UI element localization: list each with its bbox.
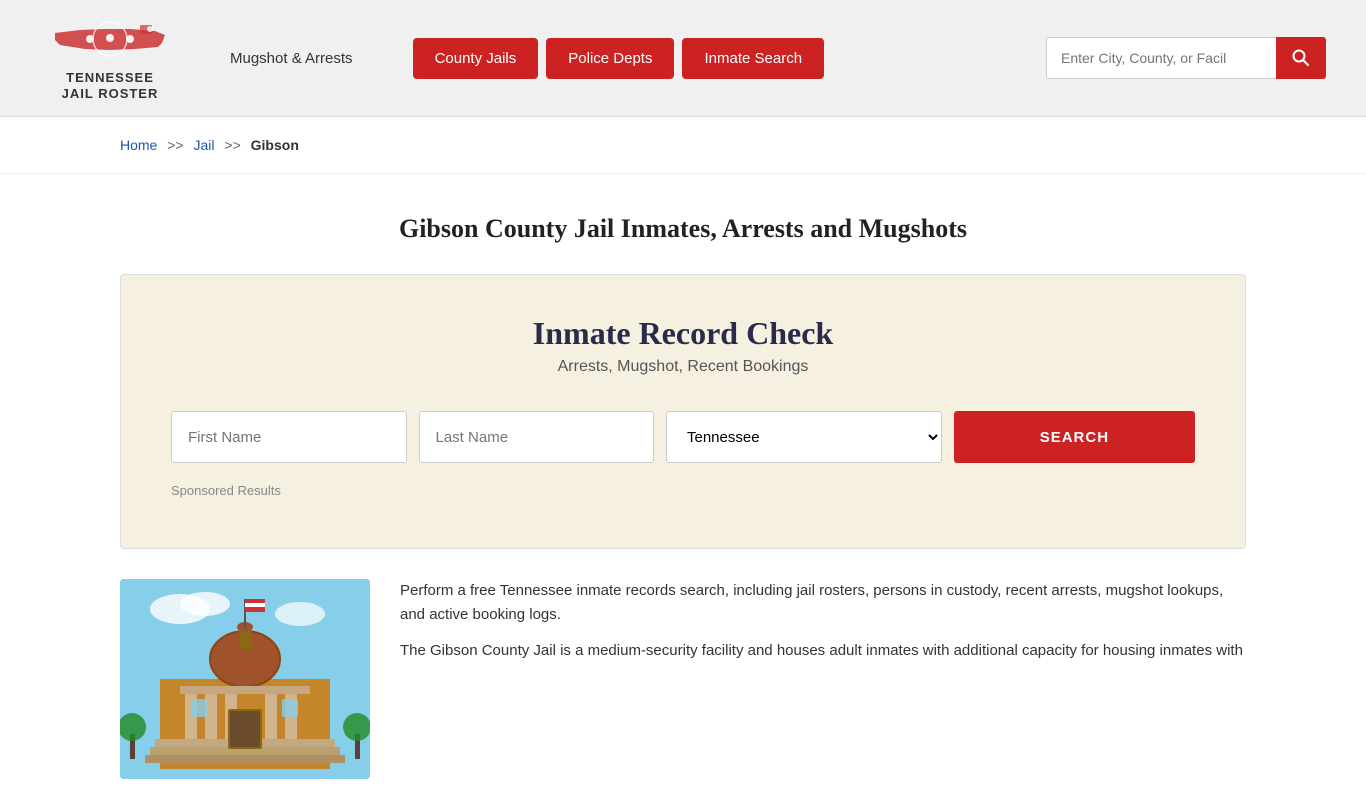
content-paragraph-2: The Gibson County Jail is a medium-secur… [400, 639, 1246, 663]
mugshot-arrests-link[interactable]: Mugshot & Arrests [230, 50, 353, 67]
breadcrumb: Home >> Jail >> Gibson [120, 137, 1246, 153]
bottom-content: Perform a free Tennessee inmate records … [120, 579, 1246, 779]
breadcrumb-home[interactable]: Home [120, 137, 157, 153]
inmate-search-btn[interactable]: Inmate Search [682, 38, 824, 79]
courthouse-svg [120, 579, 370, 779]
header-search-area [1046, 37, 1326, 79]
tn-map-icon [50, 15, 170, 70]
nav-buttons: County Jails Police Depts Inmate Search [413, 38, 824, 79]
record-check-box: Inmate Record Check Arrests, Mugshot, Re… [120, 274, 1246, 549]
content-description: Perform a free Tennessee inmate records … [400, 579, 1246, 675]
breadcrumb-sep1: >> [167, 137, 183, 153]
inmate-search-form: Tennessee Alabama Alaska Arizona Arkansa… [171, 411, 1195, 463]
police-depts-btn[interactable]: Police Depts [546, 38, 674, 79]
search-icon [1292, 49, 1310, 67]
inmate-search-button[interactable]: SEARCH [954, 411, 1195, 463]
record-check-subtitle: Arrests, Mugshot, Recent Bookings [171, 358, 1195, 376]
page-title: Gibson County Jail Inmates, Arrests and … [120, 214, 1246, 244]
state-select[interactable]: Tennessee Alabama Alaska Arizona Arkansa… [666, 411, 942, 463]
record-check-title: Inmate Record Check [171, 315, 1195, 352]
breadcrumb-sep2: >> [224, 137, 240, 153]
breadcrumb-jail[interactable]: Jail [194, 137, 215, 153]
content-paragraph-1: Perform a free Tennessee inmate records … [400, 579, 1246, 627]
header-search-button[interactable] [1276, 37, 1326, 79]
breadcrumb-bar: Home >> Jail >> Gibson [0, 117, 1366, 174]
header-search-input[interactable] [1046, 37, 1276, 79]
main-content: Gibson County Jail Inmates, Arrests and … [0, 174, 1366, 799]
site-logo[interactable]: TENNESSEE JAIL ROSTER [40, 15, 180, 101]
logo-text: TENNESSEE JAIL ROSTER [62, 70, 159, 101]
breadcrumb-current: Gibson [251, 137, 299, 153]
county-jails-btn[interactable]: County Jails [413, 38, 539, 79]
first-name-input[interactable] [171, 411, 407, 463]
courthouse-image [120, 579, 370, 779]
site-header: TENNESSEE JAIL ROSTER Mugshot & Arrests … [0, 0, 1366, 117]
last-name-input[interactable] [419, 411, 655, 463]
sponsored-label: Sponsored Results [171, 483, 1195, 498]
